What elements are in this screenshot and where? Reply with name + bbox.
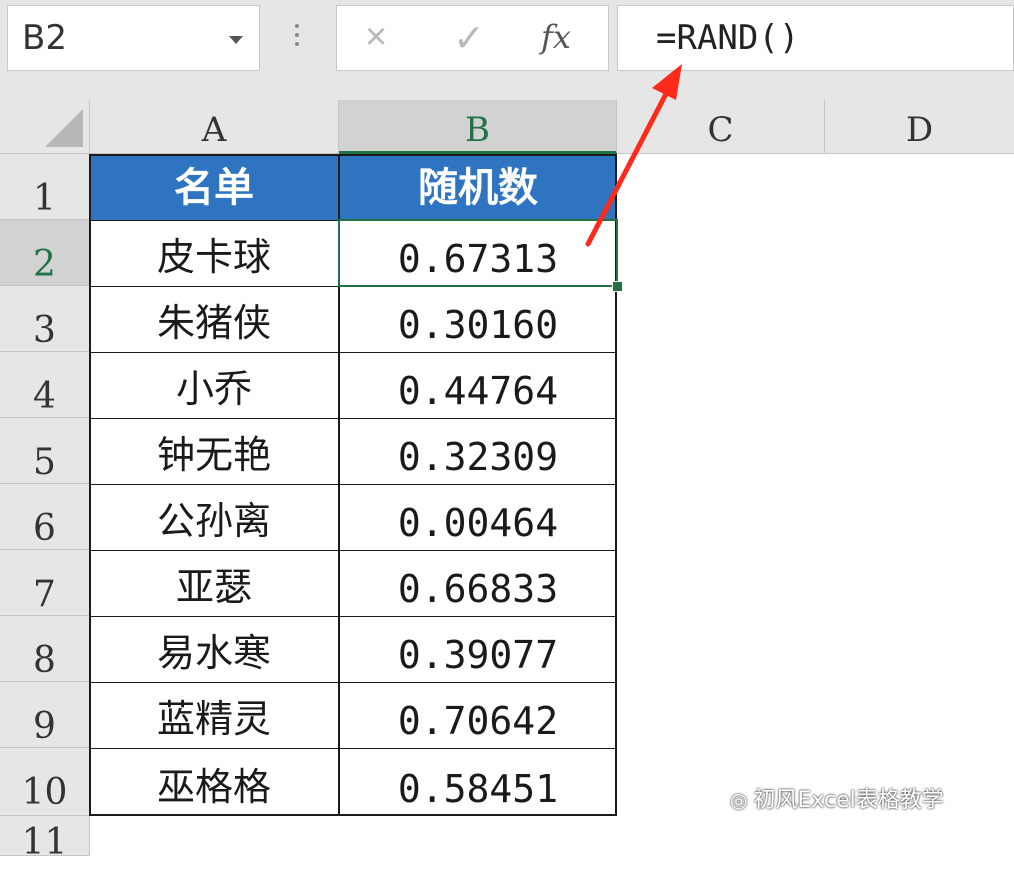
table-row-divider	[89, 748, 617, 749]
row-header-5[interactable]: 5	[0, 418, 90, 484]
row-header-11[interactable]: 11	[0, 816, 90, 863]
column-header-a[interactable]: A	[90, 100, 339, 154]
name-box-value: B2	[22, 18, 67, 58]
cell-b7[interactable]: 0.66833	[339, 550, 617, 616]
cell-b9[interactable]: 0.70642	[339, 682, 617, 748]
cell-a2[interactable]: 皮卡球	[89, 220, 339, 286]
watermark-text: 初风Excel表格教学	[753, 788, 944, 813]
cell-a3[interactable]: 朱猪侠	[89, 286, 339, 352]
cell-a6[interactable]: 公孙离	[89, 484, 339, 550]
wechat-icon: ◎	[730, 788, 748, 812]
cell-a7[interactable]: 亚瑟	[89, 550, 339, 616]
chevron-down-icon[interactable]	[229, 36, 243, 44]
formula-bar-area: B2 × ✓ fx =RAND()	[0, 0, 1014, 100]
watermark: ◎ 初风Excel表格教学	[730, 782, 944, 814]
table-row-divider	[89, 616, 617, 617]
cell-b6[interactable]: 0.00464	[339, 484, 617, 550]
row-header-2[interactable]: 2	[0, 220, 90, 286]
cell-b4[interactable]: 0.44764	[339, 352, 617, 418]
cell-a5[interactable]: 钟无艳	[89, 418, 339, 484]
row-header-4[interactable]: 4	[0, 352, 90, 418]
table-row-divider	[89, 682, 617, 683]
active-cell-selection	[338, 219, 618, 287]
drag-handle-icon[interactable]	[294, 24, 300, 56]
formula-input[interactable]: =RAND()	[617, 5, 1014, 71]
column-header-d[interactable]: D	[825, 100, 1014, 154]
cell-b5[interactable]: 0.32309	[339, 418, 617, 484]
cell-b10[interactable]: 0.58451	[339, 748, 617, 816]
row-header-9[interactable]: 9	[0, 682, 90, 748]
row-header-6[interactable]: 6	[0, 484, 90, 550]
cancel-icon[interactable]: ×	[365, 16, 387, 59]
table-row-divider	[89, 484, 617, 485]
row-header-3[interactable]: 3	[0, 286, 90, 352]
row-header-7[interactable]: 7	[0, 550, 90, 616]
name-box[interactable]: B2	[7, 5, 260, 71]
formula-controls: × ✓ fx	[336, 5, 609, 71]
row-header-1[interactable]: 1	[0, 154, 90, 220]
fill-handle[interactable]	[612, 281, 623, 292]
table-row-divider	[89, 550, 617, 551]
cell-b1[interactable]: 随机数	[339, 154, 617, 220]
cell-a10[interactable]: 巫格格	[89, 748, 339, 816]
row-header-8[interactable]: 8	[0, 616, 90, 682]
table-row-divider	[89, 352, 617, 353]
cell-a1[interactable]: 名单	[89, 154, 339, 220]
formula-text: =RAND()	[656, 18, 800, 58]
cell-b8[interactable]: 0.39077	[339, 616, 617, 682]
enter-icon[interactable]: ✓	[453, 16, 485, 61]
column-header-c[interactable]: C	[617, 100, 825, 154]
table-row-divider	[89, 418, 617, 419]
cell-a8[interactable]: 易水寒	[89, 616, 339, 682]
column-header-b[interactable]: B	[339, 100, 617, 154]
cell-a9[interactable]: 蓝精灵	[89, 682, 339, 748]
select-all-button[interactable]	[0, 100, 90, 154]
cell-b3[interactable]: 0.30160	[339, 286, 617, 352]
cell-a4[interactable]: 小乔	[89, 352, 339, 418]
insert-function-icon[interactable]: fx	[541, 18, 571, 56]
row-header-10[interactable]: 10	[0, 748, 90, 816]
